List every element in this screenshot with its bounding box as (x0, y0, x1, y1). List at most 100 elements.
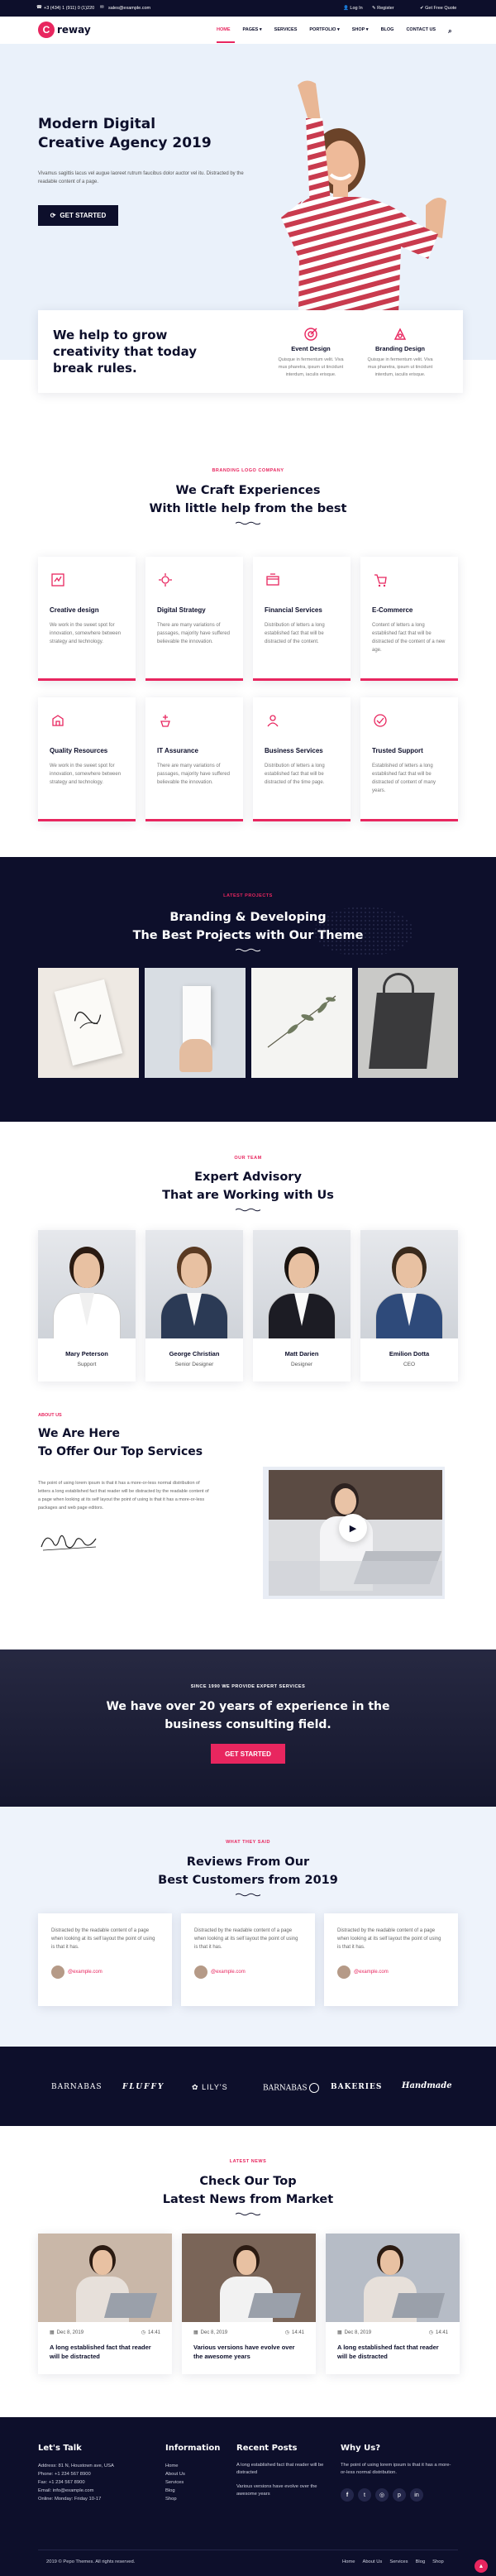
footer-info-link[interactable]: Home (165, 2462, 185, 2470)
wave-divider (236, 1893, 260, 1897)
play-button[interactable]: ▶ (339, 1514, 367, 1542)
scroll-top-button[interactable]: ▲ (475, 2559, 488, 2573)
service-card[interactable]: IT Assurance There are many variations of… (145, 697, 243, 821)
team-title: Expert Advisory That are Working with Us (0, 1168, 496, 1204)
nav-home[interactable]: HOME (217, 27, 231, 36)
news-card[interactable]: ▦ Dec 8, 2019 ◷ 14:41 A long established fac… (38, 2234, 172, 2374)
resources-icon (50, 712, 66, 733)
footer-bottom-links: Home About Us Services Blog Shop (342, 2559, 444, 2564)
review-text: Distracted by the readable content of a … (194, 1928, 298, 1950)
login-link[interactable]: 👤 Log In (343, 6, 363, 11)
footer-info-link[interactable]: About Us (165, 2470, 185, 2478)
brand-logo[interactable]: FLUFFY (122, 2083, 165, 2091)
service-text: We work in the sweet spot for innovation… (50, 623, 122, 644)
nav-contact[interactable]: CONTACT US (406, 27, 436, 36)
review-email[interactable]: @example.com (68, 1970, 103, 1975)
nav-services[interactable]: SERVICES (274, 27, 298, 36)
project-image-tote-bag[interactable] (358, 968, 458, 1078)
experience-title-line2: business consulting field. (165, 1718, 331, 1731)
footer-bottom-link[interactable]: Shop (432, 2559, 444, 2564)
footer-bottom-link[interactable]: Home (342, 2559, 355, 2564)
design-icon (50, 572, 66, 592)
service-card-accent-bar (38, 678, 136, 681)
phone-icon: ☎ (36, 5, 42, 10)
footer-info-link[interactable]: Services (165, 2478, 185, 2487)
project-image-carton[interactable] (145, 968, 246, 1078)
face (396, 1253, 422, 1288)
service-card[interactable]: Business Services Distribution of letters… (253, 697, 351, 821)
project-image-notebook[interactable] (38, 968, 139, 1078)
twitter-icon[interactable]: t (358, 2488, 371, 2502)
service-card[interactable]: Digital Strategy There are many variation… (145, 557, 243, 681)
footer-post-link[interactable]: Various versions have evolve over the aw… (236, 2483, 327, 2498)
quote-link[interactable]: ✔ Get Free Quote (420, 6, 456, 11)
nav-blog[interactable]: BLOG (381, 27, 394, 36)
service-card[interactable]: Financial Services Distribution of letter… (253, 557, 351, 681)
service-card[interactable]: Trusted Support Established of letters a … (360, 697, 458, 821)
register-link[interactable]: ✎ Register (372, 6, 394, 11)
cart-icon (372, 572, 389, 592)
reviews-tag: WHAT THEY SAID (226, 1840, 270, 1845)
logo[interactable]: C reway (38, 22, 91, 38)
facebook-icon[interactable]: f (341, 2488, 354, 2502)
team-member-card[interactable]: Emilion Dotta CEO (360, 1230, 458, 1381)
quote-label: Get Free Quote (425, 6, 457, 11)
service-card[interactable]: E-Commerce Content of letters a long esta… (360, 557, 458, 681)
news-card[interactable]: ▦ Dec 8, 2019 ◷ 14:41 Various versions have … (182, 2234, 316, 2374)
laptop (247, 2293, 302, 2318)
experience-get-started-button[interactable]: GET STARTED (211, 1744, 285, 1764)
experience-title-line1: We have over 20 years of experience in t… (106, 1700, 390, 1713)
nav-portfolio-label: PORTFOLIO (309, 27, 336, 32)
team-member-photo (38, 1230, 136, 1338)
review-card: Distracted by the readable content of a … (38, 1913, 172, 2006)
clock-icon: ◷ (141, 2330, 145, 2335)
review-card: Distracted by the readable content of a … (324, 1913, 458, 2006)
service-title: Digital Strategy (157, 606, 206, 614)
news-time: ◷ 14:41 (141, 2329, 160, 2335)
brands-strip: BARNABAS FLUFFY ✿ LILY'S BARNABAS BAKERI… (0, 2047, 496, 2126)
news-meta: ▦ Dec 8, 2019 ◷ 14:41 (337, 2329, 448, 2335)
review-text: Distracted by the readable content of a … (337, 1928, 441, 1950)
face (236, 2250, 256, 2275)
search-icon[interactable]: ⌕ (448, 27, 451, 36)
brand-logo[interactable]: ✿ LILY'S (192, 2083, 228, 2092)
review-email[interactable]: @example.com (354, 1970, 389, 1975)
wave-divider (236, 948, 260, 952)
footer-post-link[interactable]: A long established fact that reader will… (236, 2462, 327, 2477)
topbar-email[interactable]: sales@example.com (108, 6, 150, 11)
service-card[interactable]: Quality Resources We work in the sweet sp… (38, 697, 136, 821)
brand-logo[interactable]: BAKERIES (331, 2083, 382, 2091)
hero-get-started-button[interactable]: ⟳ GET STARTED (38, 205, 118, 226)
team-member-card[interactable]: George Christian Senior Designer (145, 1230, 243, 1381)
nav-shop[interactable]: SHOP ▾ (352, 27, 369, 36)
team-member-card[interactable]: Matt Darien Designer (253, 1230, 351, 1381)
footer-bottom-link[interactable]: About Us (362, 2559, 382, 2564)
avatar (51, 1966, 64, 1979)
nav-pages[interactable]: PAGES ▾ (243, 27, 262, 36)
footer-info-link[interactable]: Shop (165, 2495, 185, 2503)
news-headline[interactable]: A long established fact that reader will… (337, 2343, 448, 2361)
footer-bottom-link[interactable]: Blog (416, 2559, 426, 2564)
news-image (326, 2234, 460, 2322)
brand-logo[interactable]: Handmade (402, 2081, 452, 2090)
service-title: Business Services (265, 747, 323, 754)
main-navigation: C reway HOME PAGES ▾ SERVICES PORTFOLIO … (0, 17, 496, 44)
news-headline[interactable]: Various versions have evolve over the aw… (193, 2343, 304, 2361)
news-card[interactable]: ▦ Dec 8, 2019 ◷ 14:41 A long established fac… (326, 2234, 460, 2374)
team-member-card[interactable]: Mary Peterson Support (38, 1230, 136, 1381)
brand-logo[interactable]: BARNABAS (51, 2083, 103, 2091)
footer-bottom-link[interactable]: Services (389, 2559, 408, 2564)
pinterest-icon[interactable]: p (393, 2488, 406, 2502)
reviews-title-line1: Reviews From Our (186, 1855, 310, 1869)
strategy-icon (157, 572, 174, 592)
assurance-icon (157, 712, 174, 733)
news-headline[interactable]: A long established fact that reader will… (50, 2343, 160, 2361)
review-email[interactable]: @example.com (211, 1970, 246, 1975)
instagram-icon[interactable]: ◎ (375, 2488, 389, 2502)
project-image-plant[interactable] (251, 968, 352, 1078)
linkedin-icon[interactable]: in (410, 2488, 423, 2502)
footer-info-link[interactable]: Blog (165, 2487, 185, 2495)
service-card[interactable]: Creative design We work in the sweet spot… (38, 557, 136, 681)
brand-logo[interactable]: BARNABAS (263, 2083, 320, 2093)
nav-portfolio[interactable]: PORTFOLIO ▾ (309, 27, 339, 36)
